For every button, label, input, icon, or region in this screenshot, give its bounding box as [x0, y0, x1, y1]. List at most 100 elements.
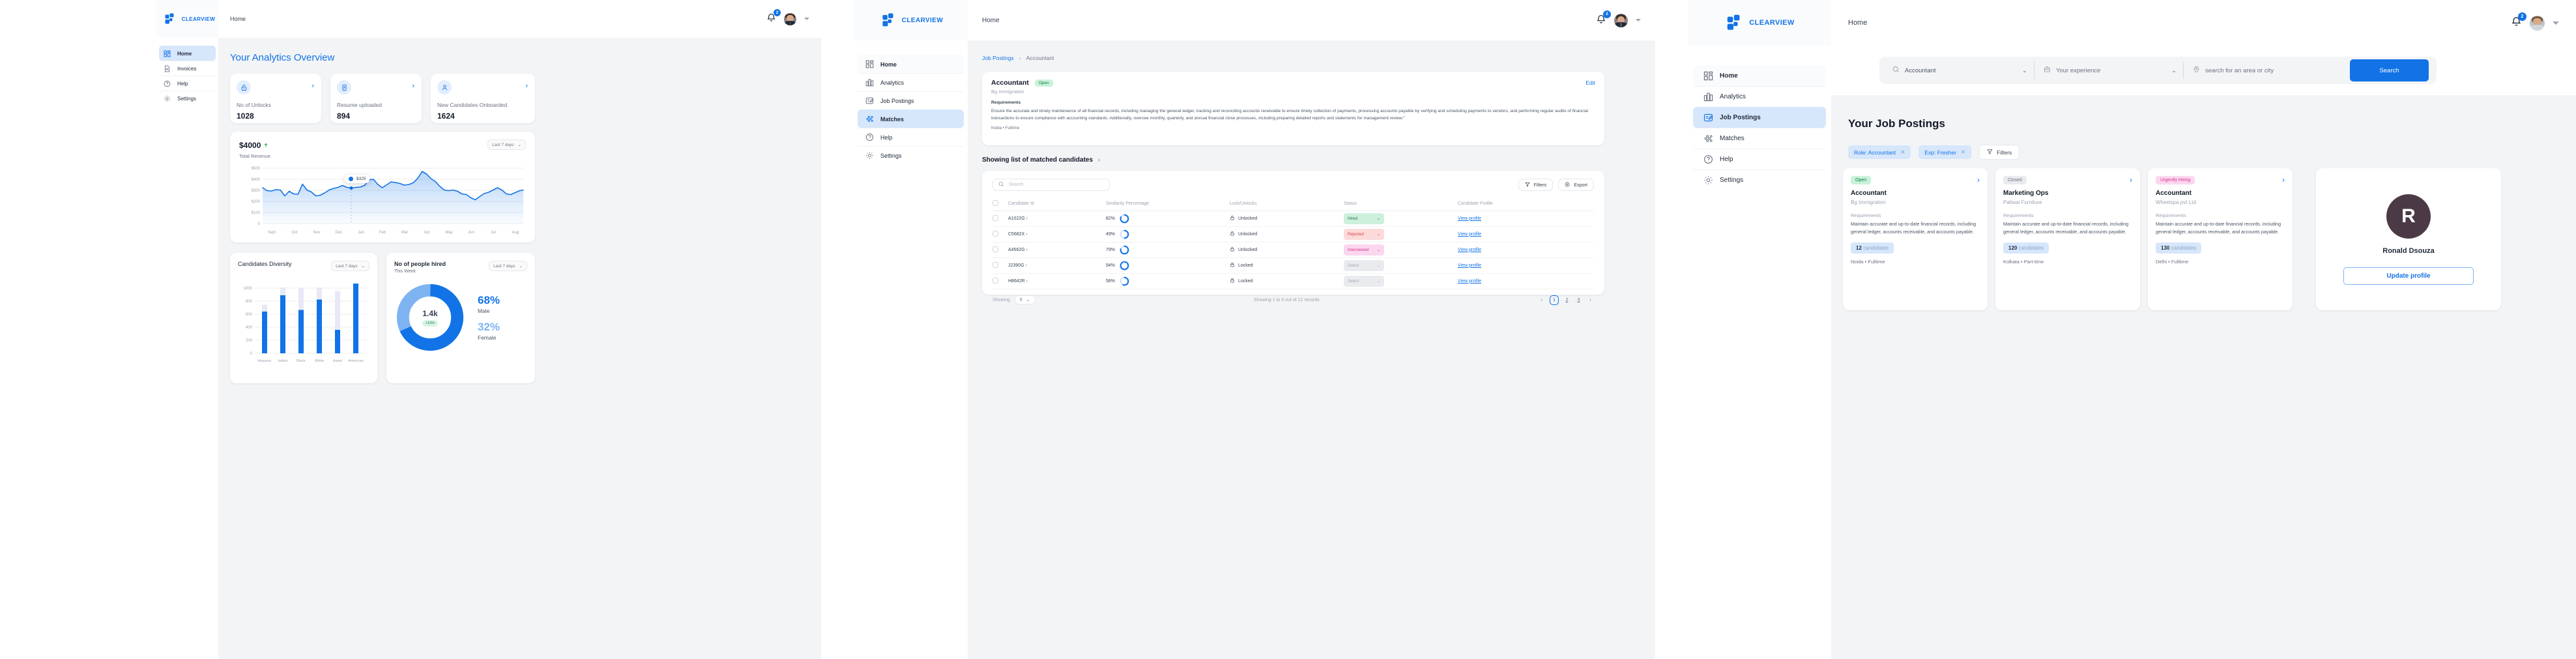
- sidebar-item-analytics[interactable]: Analytics: [1693, 86, 1826, 107]
- chevron-right-icon[interactable]: ›: [2130, 175, 2132, 184]
- sidebar-item-help[interactable]: Help: [159, 76, 216, 91]
- chevron-right-icon[interactable]: ›: [525, 82, 528, 90]
- status-select[interactable]: Select ⌄: [1344, 275, 1384, 287]
- avatar[interactable]: [2530, 15, 2545, 31]
- view-profile-link[interactable]: View profile: [1458, 232, 1481, 237]
- chevron-down-icon[interactable]: [2553, 21, 2559, 25]
- matches-icon: [1703, 134, 1713, 143]
- export-label: Export: [1574, 182, 1587, 188]
- sidebar-item-help[interactable]: Help: [1693, 149, 1826, 169]
- experience-select[interactable]: Your experience ⌄: [2034, 66, 2183, 75]
- sidebar-item-settings[interactable]: Settings: [159, 91, 216, 106]
- close-icon[interactable]: ✕: [1961, 149, 1965, 156]
- sidebar-item-job-postings[interactable]: Job Postings: [858, 91, 964, 110]
- row-checkbox[interactable]: [992, 277, 998, 284]
- sidebar-item-settings[interactable]: Settings: [1693, 169, 1826, 190]
- search-button[interactable]: Search: [2350, 59, 2429, 81]
- notification-bell-icon[interactable]: 2: [1596, 10, 1611, 27]
- chevron-right-icon[interactable]: ›: [1026, 279, 1028, 284]
- search-icon: [1892, 66, 1900, 75]
- page-3[interactable]: 3: [1575, 297, 1582, 304]
- chevron-right-icon[interactable]: ›: [1026, 248, 1028, 252]
- update-profile-button[interactable]: Update profile: [2343, 267, 2474, 285]
- revenue-range-select[interactable]: Last 7 days ⌄: [487, 139, 526, 150]
- table-row[interactable]: H8642R › 56% Locked Select ⌄ View profile: [992, 273, 1594, 289]
- row-checkbox[interactable]: [992, 214, 998, 221]
- select-all-checkbox[interactable]: [992, 200, 998, 207]
- sidebar-item-home[interactable]: Home: [858, 55, 964, 73]
- table-row[interactable]: C5682X › 49% Unlocked Rejected ⌄ View pro…: [992, 226, 1594, 242]
- sidebar-item-settings[interactable]: Settings: [858, 146, 964, 164]
- avatar[interactable]: [784, 12, 796, 25]
- chevron-down-icon[interactable]: [1636, 19, 1641, 22]
- stat-card-resumes[interactable]: › Resume uploaded 894: [330, 74, 422, 123]
- status-select[interactable]: Select ⌄: [1344, 259, 1384, 271]
- chevron-right-icon[interactable]: ›: [311, 82, 314, 90]
- location-input[interactable]: search for an area or city: [2184, 66, 2350, 75]
- table-row[interactable]: A1022G › 82% Unlocked Hired ⌄ View profil…: [992, 211, 1594, 226]
- filter-icon: [1987, 149, 1993, 156]
- job-card[interactable]: Closed › Marketing Ops Paliwai Furniture…: [1995, 168, 2140, 310]
- page-1[interactable]: 1: [1550, 295, 1559, 305]
- similarity-value: 94%: [1106, 263, 1116, 268]
- filters-button[interactable]: Filters: [1518, 179, 1554, 191]
- row-checkbox[interactable]: [992, 230, 998, 237]
- view-profile-link[interactable]: View profile: [1458, 279, 1481, 284]
- chevron-right-icon[interactable]: ›: [2282, 175, 2285, 184]
- sidebar-item-matches[interactable]: Matches: [1693, 128, 1826, 149]
- status-select[interactable]: Rejected ⌄: [1344, 228, 1384, 240]
- stat-card-unlocks[interactable]: › No of Unlocks 1028: [230, 74, 321, 123]
- sidebar-item-home[interactable]: Home: [159, 46, 216, 61]
- job-card[interactable]: Open › Accountant Bg Immigration Require…: [1843, 168, 1988, 310]
- avatar[interactable]: [1614, 13, 1628, 27]
- table-row[interactable]: J2390G › 94% Locked Select ⌄ View profile: [992, 257, 1594, 273]
- prev-page-icon[interactable]: ‹: [1538, 297, 1545, 304]
- page-2[interactable]: 2: [1563, 297, 1570, 304]
- sidebar-item-analytics[interactable]: Analytics: [858, 73, 964, 91]
- search-input[interactable]: Search: [992, 179, 1110, 191]
- job-company: Bg Immigration: [991, 89, 1024, 95]
- stat-card-onboarded[interactable]: › New Candidates Onboarded 1624: [431, 74, 535, 123]
- notification-bell-icon[interactable]: 2: [2511, 12, 2526, 30]
- hired-range-select[interactable]: Last 7 days ⌄: [489, 261, 527, 271]
- job-meta: Noida • Fulltime: [1851, 259, 1885, 265]
- breadcrumb-root[interactable]: Job Postings: [982, 55, 1014, 61]
- row-checkbox[interactable]: [992, 246, 998, 252]
- diversity-range-select[interactable]: Last 7 days ⌄: [331, 261, 369, 271]
- job-company: Paliwai Furniture: [2003, 199, 2042, 205]
- sidebar-item-help[interactable]: Help: [858, 128, 964, 146]
- logo-icon: [165, 13, 176, 25]
- view-profile-link[interactable]: View profile: [1458, 248, 1481, 252]
- sidebar-item-matches[interactable]: Matches: [858, 110, 964, 128]
- row-checkbox[interactable]: [992, 261, 998, 268]
- chevron-down-icon[interactable]: [804, 18, 809, 20]
- status-select[interactable]: Interviewed ⌄: [1344, 244, 1384, 256]
- sidebar-item-home[interactable]: Home: [1693, 65, 1826, 86]
- chevron-right-icon[interactable]: ›: [1026, 216, 1028, 221]
- sidebar-item-invoices[interactable]: Invoices: [159, 61, 216, 76]
- edit-job-button[interactable]: Edit: [1585, 80, 1595, 86]
- view-profile-link[interactable]: View profile: [1458, 263, 1481, 268]
- next-page-icon[interactable]: ›: [1587, 297, 1594, 304]
- table-row[interactable]: A4562G › 79% Unlocked Interviewed ⌄ View …: [992, 242, 1594, 257]
- filter-chip-role[interactable]: Role: Accountant ✕: [1848, 145, 1911, 159]
- status-select[interactable]: Hired ⌄: [1344, 212, 1384, 224]
- close-icon[interactable]: ✕: [1900, 149, 1905, 156]
- page-size-select[interactable]: 5 ⌄: [1014, 295, 1035, 304]
- chevron-right-icon[interactable]: ›: [1025, 263, 1026, 268]
- filter-chip-experience[interactable]: Exp: Fresher ✕: [1918, 145, 1972, 159]
- role-select[interactable]: Accountant ⌄: [1887, 66, 2034, 75]
- sidebar-item-job-postings[interactable]: Job Postings: [1693, 107, 1826, 128]
- notification-bell-icon[interactable]: 2: [766, 9, 781, 25]
- chevron-right-icon[interactable]: ›: [1977, 175, 1980, 184]
- view-profile-link[interactable]: View profile: [1458, 216, 1481, 221]
- export-button[interactable]: Export: [1558, 179, 1594, 191]
- chevron-right-icon[interactable]: ›: [412, 82, 414, 90]
- donut-center-delta: +10%: [422, 319, 439, 327]
- svg-text:0: 0: [250, 352, 253, 356]
- filters-button[interactable]: Filters: [1979, 145, 2020, 160]
- job-card[interactable]: Urgently Hiring › Accountant Wheelspa pv…: [2148, 168, 2293, 310]
- cell-status: Rejected ⌄: [1344, 226, 1458, 242]
- chevron-right-icon[interactable]: ›: [1098, 156, 1100, 164]
- chevron-right-icon[interactable]: ›: [1026, 232, 1027, 237]
